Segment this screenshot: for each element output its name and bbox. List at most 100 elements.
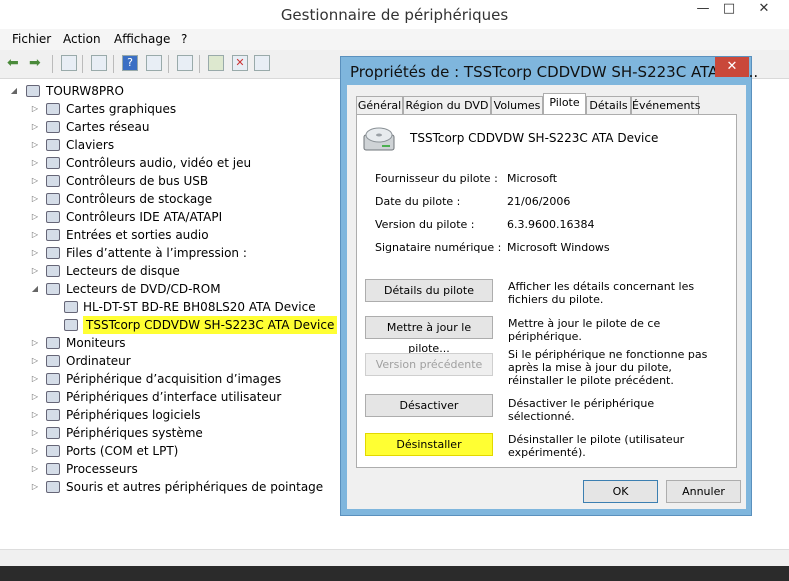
computer-icon	[26, 85, 40, 97]
tree-item-label: Contrôleurs de stockage	[66, 192, 213, 206]
processor-icon	[46, 463, 60, 475]
tree-item[interactable]: ▷ Ports (COM et LPT)	[0, 442, 330, 460]
tree-item[interactable]: ▷ Cartes graphiques	[0, 100, 330, 118]
dialog-title: Propriétés de : TSSTcorp CDDVDW SH-S223C…	[350, 63, 759, 81]
tree-item[interactable]: ▷ Contrôleurs de bus USB	[0, 172, 330, 190]
tree-item-label: HL-DT-ST BD-RE BH08LS20 ATA Device	[83, 300, 316, 314]
expand-arrow-icon[interactable]: ▷	[31, 352, 39, 370]
dialog-close-button[interactable]: ✕	[715, 57, 749, 77]
expand-arrow-icon[interactable]: ▷	[31, 460, 39, 478]
update-driver-button[interactable]: Mettre à jour le pilote...	[365, 316, 493, 355]
status-bar	[0, 566, 789, 581]
menu-action[interactable]: Action	[63, 32, 101, 46]
minimize-button[interactable]: —	[690, 0, 716, 20]
maximize-button[interactable]: □	[716, 0, 742, 20]
show-hidden-icon[interactable]	[146, 55, 162, 71]
tree-item[interactable]: ◢ Lecteurs de DVD/CD-ROM	[0, 280, 330, 298]
tree-item-device[interactable]: HL-DT-ST BD-RE BH08LS20 ATA Device	[0, 298, 330, 316]
ok-button[interactable]: OK	[583, 480, 658, 503]
expand-arrow-icon[interactable]: ▷	[31, 424, 39, 442]
disable-button[interactable]: Désactiver	[365, 394, 493, 417]
optical-drive-icon	[64, 319, 78, 331]
properties-icon[interactable]	[61, 55, 77, 71]
expand-arrow-icon[interactable]: ▷	[31, 370, 39, 388]
tab-dvd-region[interactable]: Région du DVD	[403, 96, 491, 114]
camera-icon	[46, 373, 60, 385]
tree-item[interactable]: ▷ Contrôleurs audio, vidéo et jeu	[0, 154, 330, 172]
disable-desc: Désactiver le périphérique sélectionné.	[508, 397, 655, 423]
tree-item[interactable]: ▷ Périphériques système	[0, 424, 330, 442]
tree-item[interactable]: ▷ Entrées et sorties audio	[0, 226, 330, 244]
expand-arrow-icon[interactable]: ▷	[31, 118, 39, 136]
horizontal-scrollbar[interactable]	[0, 549, 789, 567]
tree-root-computer[interactable]: ◢ TOURW8PRO	[0, 82, 330, 100]
menu-help[interactable]: ?	[181, 32, 187, 46]
port-icon	[46, 445, 60, 457]
tree-item[interactable]: ▷ Cartes réseau	[0, 118, 330, 136]
collapse-arrow-icon[interactable]: ◢	[10, 82, 18, 100]
tree-item[interactable]: ▷ Claviers	[0, 136, 330, 154]
tree-item-label: Ordinateur	[66, 354, 131, 368]
tree-item[interactable]: ▷ Files d’attente à l’impression :	[0, 244, 330, 262]
back-icon[interactable]: ⬅	[7, 55, 23, 71]
disable-device-icon[interactable]: ✕	[232, 55, 248, 71]
roll-back-driver-button[interactable]: Version précédente	[365, 353, 493, 376]
optical-drive-icon	[64, 301, 78, 313]
expand-arrow-icon[interactable]: ▷	[31, 226, 39, 244]
expand-arrow-icon[interactable]: ▷	[31, 172, 39, 190]
tree-item[interactable]: ▷ Périphériques logiciels	[0, 406, 330, 424]
scan-hardware-icon[interactable]	[177, 55, 193, 71]
menu-fichier[interactable]: Fichier	[12, 32, 51, 46]
driver-version-label: Version du pilote :	[375, 218, 475, 231]
driver-date-value: 21/06/2006	[507, 195, 571, 208]
tab-general[interactable]: Général	[356, 96, 403, 114]
driver-provider-value: Microsoft	[507, 172, 558, 185]
tree-item[interactable]: ▷ Périphérique d’acquisition d’images	[0, 370, 330, 388]
tab-details[interactable]: Détails	[586, 96, 631, 114]
expand-arrow-icon[interactable]: ▷	[31, 136, 39, 154]
tree-item[interactable]: ▷ Ordinateur	[0, 352, 330, 370]
tree-item[interactable]: ▷ Moniteurs	[0, 334, 330, 352]
tree-item[interactable]: ▷ Périphériques d’interface utilisateur	[0, 388, 330, 406]
tree-item[interactable]: ▷ Processeurs	[0, 460, 330, 478]
device-name: TSSTcorp CDDVDW SH-S223C ATA Device	[410, 131, 659, 145]
uninstall-device-icon[interactable]	[254, 55, 270, 71]
help-book-icon[interactable]: ?	[122, 55, 138, 71]
expand-arrow-icon[interactable]: ▷	[31, 100, 39, 118]
optical-drive-icon	[363, 127, 395, 151]
driver-details-button[interactable]: Détails du pilote	[365, 279, 493, 302]
tree-item[interactable]: ▷ Souris et autres périphériques de point…	[0, 478, 330, 496]
expand-arrow-icon[interactable]: ▷	[31, 262, 39, 280]
computer-icon	[46, 355, 60, 367]
expand-arrow-icon[interactable]: ▷	[31, 478, 39, 496]
expand-arrow-icon[interactable]: ▷	[31, 442, 39, 460]
expand-arrow-icon[interactable]: ▷	[31, 334, 39, 352]
tab-volumes[interactable]: Volumes	[491, 96, 543, 114]
forward-icon[interactable]: ➡	[29, 55, 45, 71]
tree-item[interactable]: ▷ Lecteurs de disque	[0, 262, 330, 280]
tab-driver[interactable]: Pilote	[543, 93, 586, 115]
driver-version-value: 6.3.9600.16384	[507, 218, 595, 231]
close-button[interactable]: ✕	[742, 0, 786, 20]
expand-arrow-icon[interactable]: ▷	[31, 406, 39, 424]
tree-item-device[interactable]: TSSTcorp CDDVDW SH-S223C ATA Device	[0, 316, 338, 334]
digital-signer-label: Signataire numérique :	[375, 241, 502, 254]
expand-arrow-icon[interactable]: ▷	[31, 388, 39, 406]
menu-affichage[interactable]: Affichage	[114, 32, 170, 46]
expand-arrow-icon[interactable]: ▷	[31, 244, 39, 262]
tree-item[interactable]: ▷ Contrôleurs IDE ATA/ATAPI	[0, 208, 330, 226]
help-icon[interactable]	[91, 55, 107, 71]
update-driver-icon[interactable]	[208, 55, 224, 71]
tree-item-label: Contrôleurs audio, vidéo et jeu	[66, 156, 252, 170]
expand-arrow-icon[interactable]: ▷	[31, 208, 39, 226]
cancel-button[interactable]: Annuler	[666, 480, 741, 503]
tree-item[interactable]: ▷ Contrôleurs de stockage	[0, 190, 330, 208]
uninstall-button[interactable]: Désinstaller	[365, 433, 493, 456]
collapse-arrow-icon[interactable]: ◢	[31, 280, 39, 298]
tab-events[interactable]: Événements	[631, 96, 700, 114]
monitor-icon	[46, 337, 60, 349]
printer-icon	[46, 247, 60, 259]
expand-arrow-icon[interactable]: ▷	[31, 190, 39, 208]
display-adapter-icon	[46, 103, 60, 115]
expand-arrow-icon[interactable]: ▷	[31, 154, 39, 172]
